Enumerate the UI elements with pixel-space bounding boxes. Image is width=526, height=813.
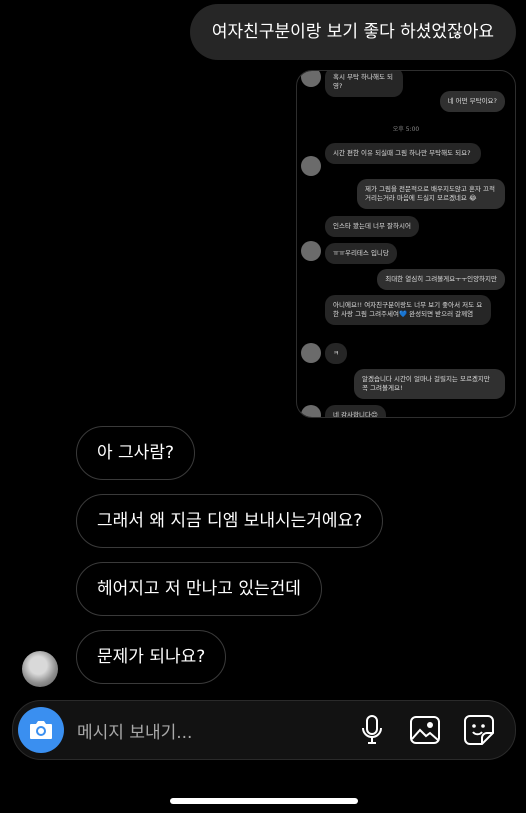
incoming-message-bubble[interactable]: 그래서 왜 지금 디엠 보내시는거에요?: [76, 494, 384, 548]
shared-screenshot-image[interactable]: 혹시 부탁 하나해도 되영? 네 어떤 부탁이요? 오후 5:00 시간 편한 …: [296, 70, 516, 418]
home-indicator: [170, 798, 358, 804]
image-gallery-icon: [410, 716, 440, 744]
message-text: 문제가 되나요?: [97, 647, 206, 667]
shared-timestamp: 오후 5:00: [392, 126, 420, 133]
shared-message: 네 어떤 부탁이요?: [439, 91, 505, 112]
message-text: 여자친구분이랑 보기 좋다 하셨었잖아요: [211, 22, 494, 42]
incoming-message-bubble[interactable]: 아 그사람?: [76, 426, 195, 480]
incoming-message-bubble[interactable]: 문제가 되나요?: [76, 630, 227, 684]
shared-message: 최대한 열심히 그려볼게요ㅜㅜ인양하지만: [377, 269, 505, 290]
avatar: [301, 241, 321, 261]
microphone-button[interactable]: [356, 714, 388, 746]
shared-message: ㅠㅠ우리테스 입니당: [325, 243, 397, 264]
outgoing-message-bubble[interactable]: 여자친구분이랑 보기 좋다 하셨었잖아요: [189, 4, 516, 60]
sticker-icon: [464, 715, 494, 745]
camera-button[interactable]: [18, 707, 64, 753]
shared-message: ㅋ: [325, 343, 347, 364]
message-input-placeholder: 메시지 보내기...: [77, 723, 193, 743]
message-input[interactable]: 메시지 보내기...: [77, 718, 192, 743]
shared-message: 아니에요!! 여자친구분이랑도 너무 보기 좋아서 저도 요한 사랑 그림 그려…: [325, 295, 491, 325]
message-text: 헤어지고 저 만나고 있는건데: [97, 579, 301, 599]
gallery-button[interactable]: [409, 714, 441, 746]
message-text: 그래서 왜 지금 디엠 보내시는거에요?: [97, 511, 363, 531]
sender-avatar[interactable]: [22, 651, 58, 687]
avatar: [301, 71, 321, 87]
avatar: [301, 343, 321, 363]
shared-message: 시간 편한 이유 되실때 그림 하나만 부탁해도 되요?: [325, 143, 481, 164]
shared-message: 인스타 봤는데 너무 잘하시어: [325, 216, 419, 237]
shared-message: 혹시 부탁 하나해도 되영?: [325, 71, 403, 97]
shared-message: 알겠습니다 시간이 얼마나 걸릴지는 모르겠지만 꼭 그려볼게요!: [354, 369, 505, 399]
incoming-message-bubble[interactable]: 헤어지고 저 만나고 있는건데: [76, 562, 322, 616]
avatar: [301, 156, 321, 176]
microphone-icon: [362, 715, 382, 744]
message-composer: 메시지 보내기...: [12, 700, 516, 760]
camera-icon: [30, 721, 52, 739]
sticker-button[interactable]: [463, 714, 495, 746]
shared-message: 네 감사합니다😊: [325, 405, 386, 417]
message-text: 아 그사람?: [97, 443, 174, 463]
shared-message: 제가 그림을 전문적으로 배우지도않고 혼자 끄적거리는거라 마음에 드실지 모…: [357, 179, 505, 209]
avatar: [301, 405, 321, 417]
